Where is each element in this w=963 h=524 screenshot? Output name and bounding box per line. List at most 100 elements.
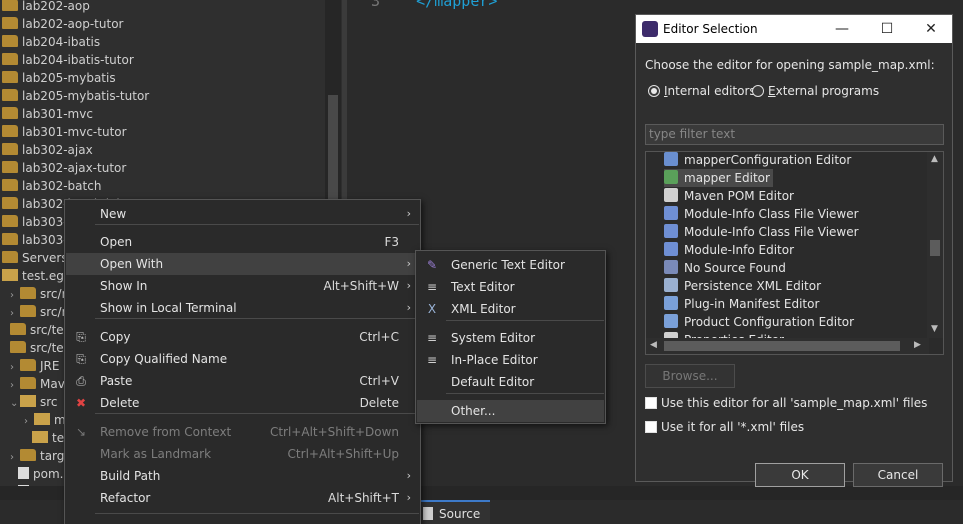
folder-icon <box>2 269 18 281</box>
hscroll-thumb[interactable] <box>664 341 900 351</box>
file-icon <box>423 507 433 520</box>
use-for-filename-checkbox[interactable]: Use this editor for all 'sample_map.xml'… <box>645 396 927 410</box>
tree-item[interactable]: lab301-mvc <box>2 105 93 123</box>
xml-file-icon <box>18 467 29 479</box>
menu-item-label: System Editor <box>451 331 536 345</box>
editor-list-hscrollbar[interactable]: ◀ ▶ <box>646 338 929 354</box>
menu-item-accelerator: Delete <box>359 396 399 410</box>
filter-input[interactable]: type filter text <box>645 124 944 145</box>
menu-item-open-with[interactable]: Open With › <box>66 253 419 275</box>
tree-item[interactable]: src/te <box>10 339 64 357</box>
tree-item[interactable]: lab302-ajax-tutor <box>2 159 126 177</box>
close-button[interactable]: ✕ <box>908 15 954 43</box>
editor-list-item[interactable]: Plug-in Manifest Editor <box>664 295 822 313</box>
tree-item[interactable]: lab205-mybatis <box>2 69 116 87</box>
tree-item[interactable]: pom. <box>18 465 63 483</box>
tree-item[interactable]: › Mave <box>10 375 72 393</box>
vscroll-thumb[interactable] <box>930 240 940 256</box>
checkbox-indicator[interactable] <box>645 397 657 409</box>
cancel-button[interactable]: Cancel <box>853 463 943 487</box>
tree-item[interactable]: › JRE S <box>10 357 71 375</box>
menu-separator <box>446 393 604 394</box>
tree-item[interactable]: src/te <box>10 321 64 339</box>
menu-item-copy-qualified-name[interactable]: ⎘ Copy Qualified Name <box>66 348 419 370</box>
tree-item[interactable]: lab302-batch <box>2 177 101 195</box>
scroll-right-icon[interactable]: ▶ <box>914 340 921 350</box>
browse-button[interactable]: Browse... <box>645 364 735 388</box>
tree-item[interactable]: › targe <box>10 447 72 465</box>
open-with-item-generic-text-editor[interactable]: ✎ Generic Text Editor <box>417 254 604 276</box>
use-for-filename-label: Use this editor for all 'sample_map.xml'… <box>661 396 928 410</box>
menu-item-copy[interactable]: ⎘ Copy Ctrl+C <box>66 326 419 348</box>
paste-icon: ⎙ <box>76 374 86 388</box>
open-with-item-xml-editor[interactable]: X XML Editor <box>417 298 604 320</box>
scroll-down-icon[interactable]: ▼ <box>931 324 938 334</box>
menu-item-label: Copy <box>100 330 131 344</box>
editor-list-item[interactable]: No Source Found <box>664 259 789 277</box>
copy-icon: ⎘ <box>76 330 86 344</box>
menu-item-mark-as-landmark[interactable]: Mark as Landmark Ctrl+Alt+Shift+Up <box>66 443 419 465</box>
internal-editors-radio[interactable]: Internal editors <box>648 84 756 98</box>
scroll-up-icon[interactable]: ▲ <box>931 154 938 164</box>
editor-list-item[interactable]: Module-Info Editor <box>664 241 797 259</box>
open-with-item-system-editor[interactable]: ≡ System Editor <box>417 327 604 349</box>
checkbox-indicator[interactable] <box>645 421 657 433</box>
tree-item[interactable]: lab205-mybatis-tutor <box>2 87 149 105</box>
tree-item[interactable]: lab202-aop-tutor <box>2 15 123 33</box>
editor-list-item[interactable]: Product Configuration Editor <box>664 313 857 331</box>
explorer-scroll-thumb[interactable] <box>328 95 338 215</box>
tree-item[interactable]: lab303- <box>2 231 68 249</box>
use-for-extension-checkbox[interactable]: Use it for all '*.xml' files <box>645 420 804 434</box>
menu-item-remove-from-context[interactable]: ↘ Remove from Context Ctrl+Alt+Shift+Down <box>66 421 419 443</box>
editor-list-vscrollbar[interactable]: ▲ ▼ <box>927 152 943 338</box>
maximize-button[interactable]: ☐ <box>864 15 910 43</box>
radio-indicator[interactable] <box>752 85 764 97</box>
menu-item-paste[interactable]: ⎙ Paste Ctrl+V <box>66 370 419 392</box>
context-menu: New › Open F3 Open With › Show In Alt+Shift+W › S… <box>64 199 421 524</box>
folder-icon <box>2 125 18 137</box>
tree-item[interactable]: lab202-aop <box>2 0 90 15</box>
menu-item-new[interactable]: New › <box>66 203 419 225</box>
menu-separator <box>446 320 604 321</box>
editor-list-item[interactable]: Persistence XML Editor <box>664 277 824 295</box>
tree-item[interactable]: lab303- <box>2 213 68 231</box>
tree-item[interactable]: lab302-ajax <box>2 141 93 159</box>
folder-icon <box>2 179 18 191</box>
scroll-left-icon[interactable]: ◀ <box>650 340 657 350</box>
external-programs-radio[interactable]: External programs <box>752 84 879 98</box>
tree-item[interactable]: lab301-mvc-tutor <box>2 123 127 141</box>
menu-item-show-in[interactable]: Show In Alt+Shift+W › <box>66 275 419 297</box>
tree-item[interactable]: › m <box>24 411 66 429</box>
folder-icon <box>2 161 18 173</box>
tree-item[interactable]: lab204-ibatis-tutor <box>2 51 134 69</box>
dialog-titlebar[interactable]: Editor Selection — ☐ ✕ <box>636 15 952 43</box>
editor-list-item[interactable]: mapperConfiguration Editor <box>664 152 854 169</box>
editor-list-item[interactable]: mapper Editor <box>664 169 773 187</box>
open-with-item-text-editor[interactable]: ≡ Text Editor <box>417 276 604 298</box>
editor-list-item[interactable]: Module-Info Class File Viewer <box>664 205 862 223</box>
submenu-arrow-icon: › <box>406 491 411 504</box>
menu-item-label: Mark as Landmark <box>100 447 212 461</box>
menu-item-delete[interactable]: ✖ Delete Delete <box>66 392 419 414</box>
open-with-item-default-editor[interactable]: Default Editor <box>417 371 604 393</box>
menu-item-refactor[interactable]: Refactor Alt+Shift+T › <box>66 487 419 509</box>
menu-item-show-in-local-terminal[interactable]: Show in Local Terminal › <box>66 297 419 319</box>
delete-icon: ✖ <box>75 396 87 410</box>
menu-item-open[interactable]: Open F3 <box>66 231 419 253</box>
open-with-item-in-place-editor[interactable]: ≡ In-Place Editor <box>417 349 604 371</box>
submenu-arrow-icon: › <box>406 301 411 314</box>
tab-source[interactable]: Source <box>419 500 491 524</box>
tree-item[interactable]: ⌄ src <box>10 393 58 411</box>
tree-item[interactable]: Servers <box>2 249 68 267</box>
minimize-button[interactable]: — <box>819 15 865 43</box>
menu-item-build-path[interactable]: Build Path › <box>66 465 419 487</box>
expand-chevron-icon[interactable]: ⌄ <box>10 395 20 413</box>
editor-list-item[interactable]: Module-Info Class File Viewer <box>664 223 862 241</box>
editor-list-item[interactable]: Maven POM Editor <box>664 187 797 205</box>
open-with-item-other[interactable]: Other... <box>417 400 604 422</box>
ok-button[interactable]: OK <box>755 463 845 487</box>
radio-indicator-selected[interactable] <box>648 85 660 97</box>
tree-item[interactable]: lab204-ibatis <box>2 33 100 51</box>
folder-icon <box>2 17 18 29</box>
tree-item[interactable]: te <box>32 429 64 447</box>
